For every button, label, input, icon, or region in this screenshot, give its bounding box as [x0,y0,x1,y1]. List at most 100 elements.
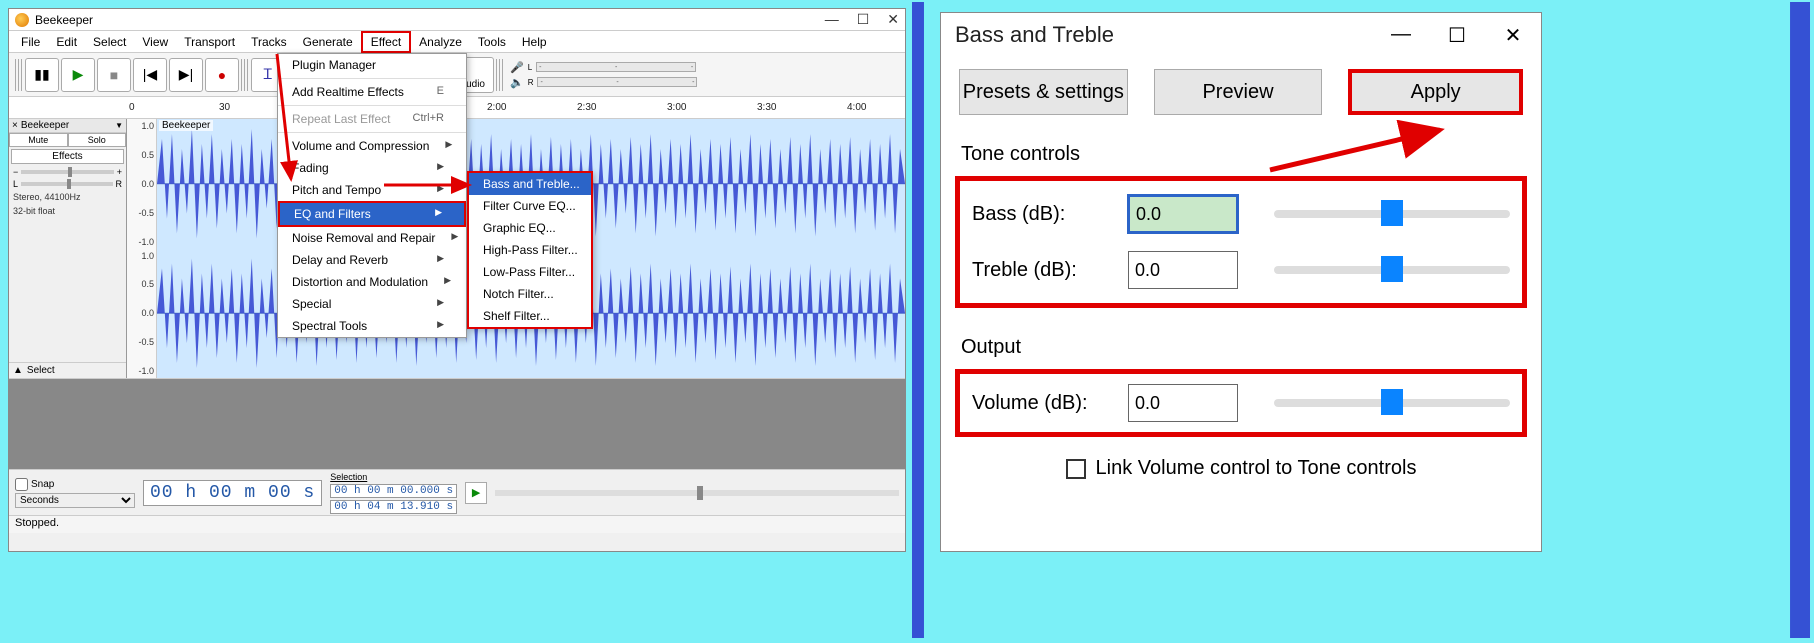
stop-button[interactable]: ■ [97,58,131,92]
menu-select[interactable]: Select [85,33,134,51]
empty-track-area[interactable] [9,379,905,469]
volume-slider[interactable] [1274,399,1510,407]
menu-tools[interactable]: Tools [470,33,514,51]
tone-controls-label: Tone controls [961,143,1541,166]
track-format-info: Stereo, 44100Hz [9,190,126,204]
track-effects-button[interactable]: Effects [11,149,124,164]
snap-select[interactable]: Seconds [15,493,135,508]
track-header[interactable]: × Beekeeper ▼ [9,119,126,133]
preview-button[interactable]: Preview [1154,69,1323,115]
submenu-shelf[interactable]: Shelf Filter... [469,305,591,327]
menu-special[interactable]: Special▶ [278,293,466,315]
menu-edit[interactable]: Edit [48,33,85,51]
menu-distortion-modulation[interactable]: Distortion and Modulation▶ [278,271,466,293]
menu-plugin-manager[interactable]: Plugin Manager [278,54,466,76]
right-label: R [116,179,123,189]
apply-button[interactable]: Apply [1348,69,1523,115]
gain-slider[interactable]: −+ [9,166,126,178]
submenu-graphic-eq[interactable]: Graphic EQ... [469,217,591,239]
dialog-minimize[interactable]: — [1387,23,1415,48]
record-meter[interactable]: --- [536,62,696,72]
selection-start[interactable]: 00 h 00 m 00.000 s [330,484,457,498]
skip-start-button[interactable]: |◀ [133,58,167,92]
menu-transport[interactable]: Transport [176,33,243,51]
bass-treble-dialog: Bass and Treble — ☐ ✕ Presets & settings… [940,12,1542,552]
skip-end-button[interactable]: ▶| [169,58,203,92]
bottom-toolbar: Snap Seconds 00 h 00 m 00 s Selection 00… [9,469,905,515]
menu-generate[interactable]: Generate [295,33,361,51]
dialog-maximize[interactable]: ☐ [1443,23,1471,48]
treble-label: Treble (dB): [972,259,1112,282]
treble-input[interactable] [1128,251,1238,289]
toolbar-grip-2[interactable] [241,59,249,91]
selection-label: Selection [330,472,457,482]
volume-slider-thumb[interactable] [1381,389,1403,415]
status-text: Stopped. [15,517,59,529]
record-button[interactable]: ● [205,58,239,92]
presets-settings-button[interactable]: Presets & settings [959,69,1128,115]
volume-input[interactable] [1128,384,1238,422]
menu-view[interactable]: View [134,33,176,51]
tick: 4:00 [847,102,866,113]
submenu-low-pass[interactable]: Low-Pass Filter... [469,261,591,283]
menu-noise-removal[interactable]: Noise Removal and Repair▶ [278,227,466,249]
volume-label: Volume (dB): [972,392,1112,415]
menu-add-realtime[interactable]: Add Realtime EffectsE [278,81,466,103]
meters: 🎤 L --- 🔈 R --- [510,61,697,89]
submenu-notch[interactable]: Notch Filter... [469,283,591,305]
submenu-high-pass[interactable]: High-Pass Filter... [469,239,591,261]
menu-volume-compression[interactable]: Volume and Compression▶ [278,135,466,157]
close-button[interactable]: ✕ [887,11,899,28]
maximize-button[interactable]: ☐ [857,11,870,28]
main-time-display[interactable]: 00 h 00 m 00 s [143,480,322,506]
toolbar-grip[interactable] [15,59,23,91]
dialog-close[interactable]: ✕ [1499,23,1527,48]
treble-slider-thumb[interactable] [1381,256,1403,282]
solo-button[interactable]: Solo [68,133,127,147]
eq-filters-submenu: Bass and Treble... Filter Curve EQ... Gr… [467,171,593,329]
play-meter[interactable]: --- [537,77,697,87]
playback-speed-slider[interactable] [495,490,899,496]
bass-input[interactable] [1128,195,1238,233]
track-menu-dropdown[interactable]: ▼ [115,121,123,130]
pan-slider[interactable]: LR [9,178,126,190]
menu-repeat-last[interactable]: Repeat Last EffectCtrl+R [278,108,466,130]
menu-analyze[interactable]: Analyze [411,33,470,51]
selection-end[interactable]: 00 h 04 m 13.910 s [330,500,457,514]
collapse-icon[interactable]: ▲ [13,365,23,376]
bass-slider[interactable] [1274,210,1510,218]
mute-button[interactable]: Mute [9,133,68,147]
menu-tracks[interactable]: Tracks [243,33,295,51]
select-track-label[interactable]: Select [27,365,55,376]
menu-file[interactable]: File [13,33,48,51]
track-control-panel: × Beekeeper ▼ Mute Solo Effects −+ LR St… [9,119,127,378]
close-track-icon[interactable]: × [12,120,18,131]
treble-slider[interactable] [1274,266,1510,274]
minimize-button[interactable]: — [825,11,839,28]
window-title: Beekeeper [35,13,825,27]
menu-fading[interactable]: Fading▶ [278,157,466,179]
link-checkbox[interactable] [1066,459,1086,479]
plus-icon: + [117,167,122,177]
link-checkbox-row[interactable]: Link Volume control to Tone controls [941,457,1541,480]
menu-pitch-tempo[interactable]: Pitch and Tempo▶ [278,179,466,201]
menubar: File Edit Select View Transport Tracks G… [9,31,905,53]
menu-effect[interactable]: Effect [361,31,411,53]
meter-l-label: L [528,63,532,72]
tick: 0 [129,102,135,113]
menu-eq-filters[interactable]: EQ and Filters▶ [278,201,466,227]
toolbar-grip-5[interactable] [496,59,504,91]
play-button[interactable]: ▶ [61,58,95,92]
snap-checkbox[interactable]: Snap [15,478,135,491]
bass-slider-thumb[interactable] [1381,200,1403,226]
submenu-bass-treble[interactable]: Bass and Treble... [469,173,591,195]
dialog-button-row: Presets & settings Preview Apply [941,57,1541,115]
dialog-titlebar: Bass and Treble — ☐ ✕ [941,13,1541,57]
menu-delay-reverb[interactable]: Delay and Reverb▶ [278,249,466,271]
pause-button[interactable]: ▮▮ [25,58,59,92]
submenu-filter-curve[interactable]: Filter Curve EQ... [469,195,591,217]
menu-help[interactable]: Help [514,33,555,51]
menu-spectral-tools[interactable]: Spectral Tools▶ [278,315,466,337]
left-label: L [13,179,18,189]
play-at-speed-button[interactable]: ▶ [465,482,487,504]
